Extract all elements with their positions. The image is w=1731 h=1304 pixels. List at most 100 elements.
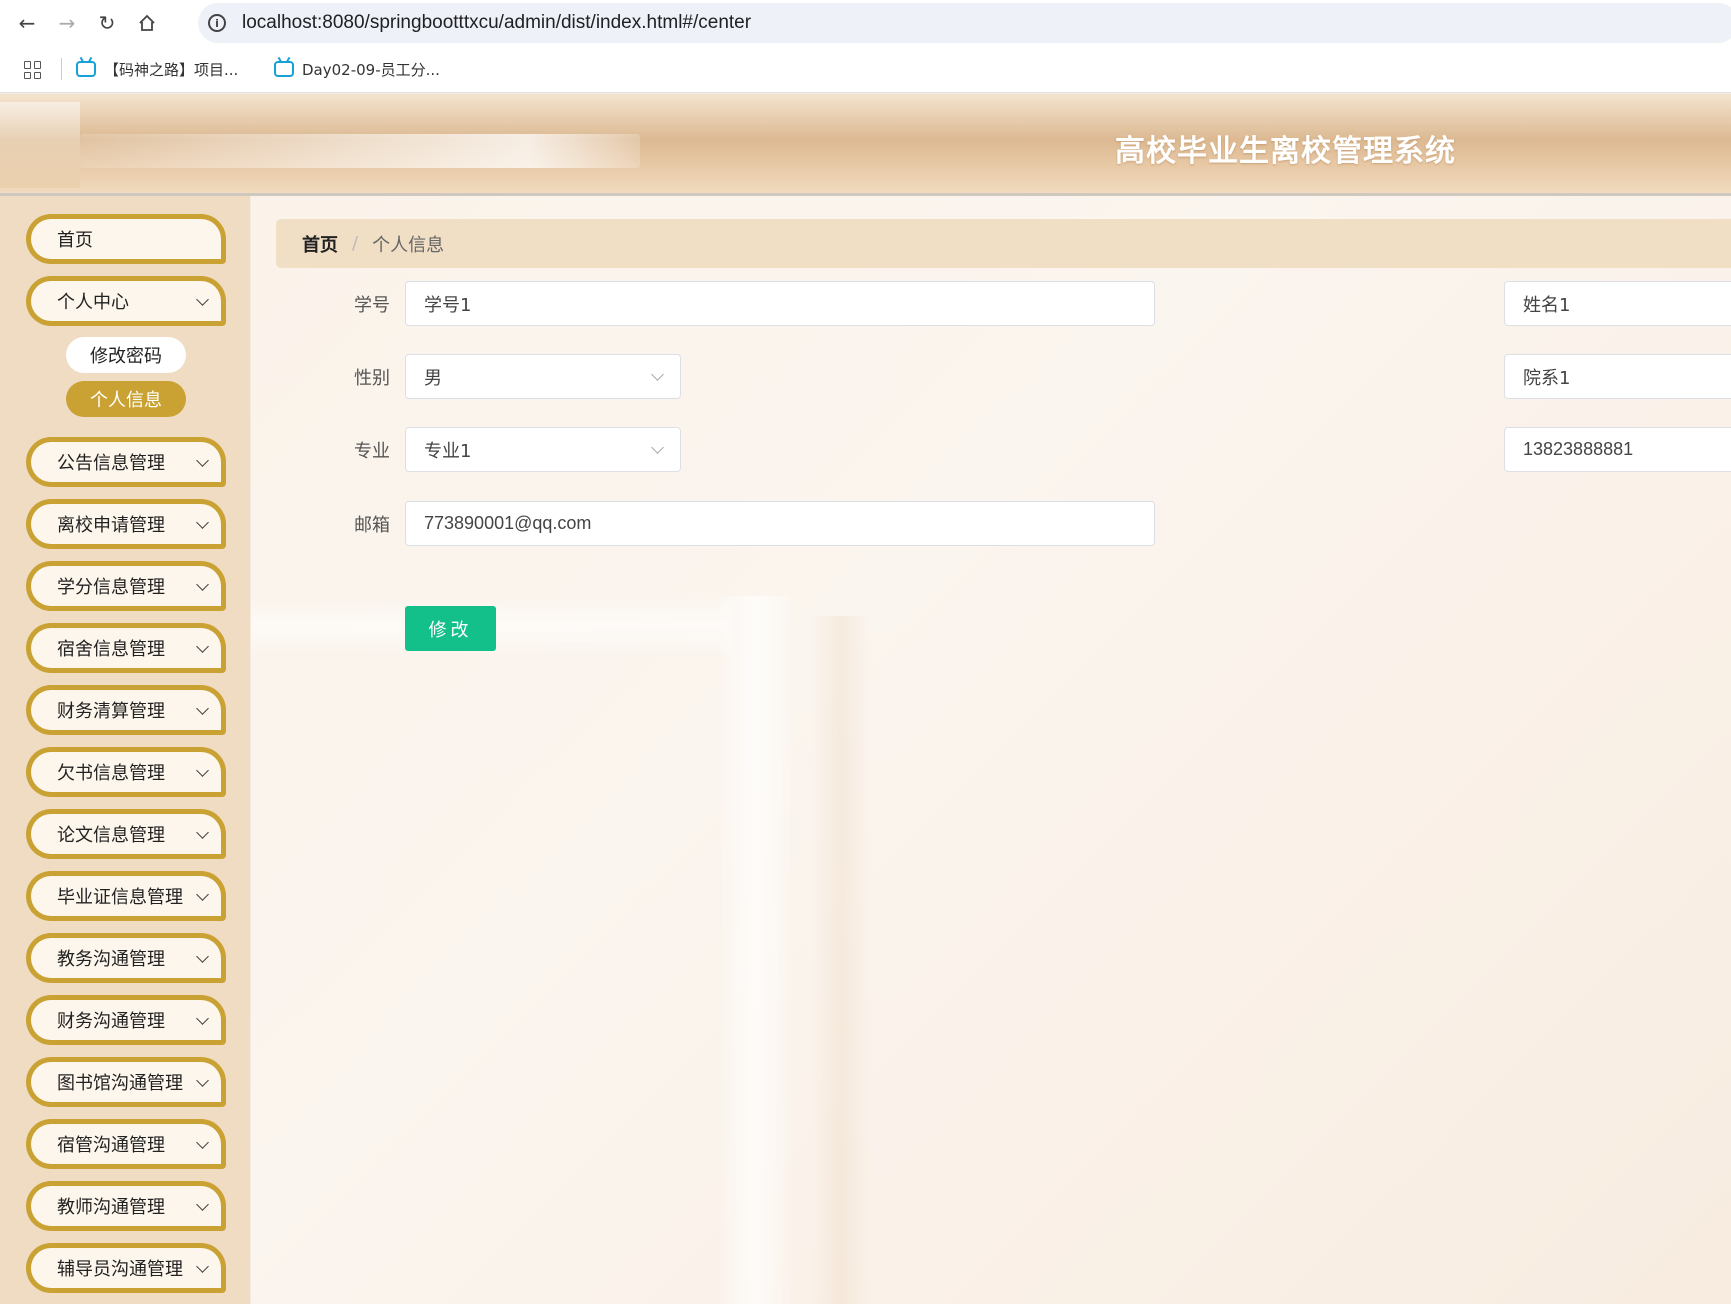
bilibili-icon [274,61,294,77]
main-content: 首页 / 个人信息 学号 学号1 姓名 姓名1 性别 男 院系 院系1 专业 专… [251,196,1731,1304]
sidebar-item-label: 论文信息管理 [57,825,165,846]
sidebar-item-label: 离校申请管理 [57,515,165,536]
chevron-down-icon [196,454,209,467]
home-icon[interactable] [132,8,162,38]
sidebar-item-label: 教务沟通管理 [57,949,165,970]
sidebar-item-label: 个人中心 [57,292,129,313]
sidebar-item-label: 毕业证信息管理 [57,887,183,908]
reload-icon[interactable]: ↻ [92,8,122,38]
chevron-down-icon [196,1136,209,1149]
bookmarks-divider [61,58,62,80]
sidebar-subitem-label: 修改密码 [90,346,162,367]
department-field[interactable]: 院系1 [1504,354,1731,399]
bookmark-1[interactable]: 【码神之路】项目... [76,57,238,81]
browser-toolbar: ← → ↻ i localhost:8080/springbootttxcu/a… [0,0,1731,45]
bookmark-1-label: 【码神之路】项目... [104,60,239,79]
chevron-down-icon [196,826,209,839]
background-decoration [811,616,871,1304]
name-field[interactable]: 姓名1 [1504,281,1731,326]
sidebar-item-dormitory[interactable]: 宿舍信息管理 [26,623,226,673]
bookmark-2[interactable]: Day02-09-员工分... [274,57,440,81]
header-decoration [0,102,80,188]
major-select[interactable]: 专业1 [405,427,681,472]
app-header: 高校毕业生离校管理系统 [0,94,1731,196]
sidebar-subitem-change-password[interactable]: 修改密码 [66,337,186,373]
sidebar-item-home[interactable]: 首页 [26,214,226,264]
sidebar-item-label: 宿舍信息管理 [57,639,165,660]
sidebar-item-finance-settlement[interactable]: 财务清算管理 [26,685,226,735]
sidebar-item-label: 首页 [57,230,93,251]
breadcrumb: 首页 / 个人信息 [276,219,1731,268]
sidebar-item-counselor-communication[interactable]: 辅导员沟通管理 [26,1243,226,1293]
gender-select[interactable]: 男 [405,354,681,399]
gender-value: 男 [424,367,442,389]
major-value: 专业1 [424,440,472,462]
name-value: 姓名1 [1523,294,1571,316]
sidebar-item-label: 宿管沟通管理 [57,1135,165,1156]
forward-icon[interactable]: → [52,8,82,38]
apps-grid-icon[interactable] [24,61,42,79]
sidebar-subitem-label: 个人信息 [90,390,162,411]
chevron-down-icon [196,578,209,591]
chevron-down-icon [651,368,664,381]
phone-value: 13823888881 [1523,439,1634,459]
chevron-down-icon [196,1074,209,1087]
sidebar-item-label: 图书馆沟通管理 [57,1073,183,1094]
sidebar-item-label: 财务清算管理 [57,701,165,722]
phone-field[interactable]: 13823888881 [1504,427,1731,472]
student-id-field[interactable]: 学号1 [405,281,1155,326]
sidebar-item-label: 学分信息管理 [57,577,165,598]
background-decoration [721,596,791,1304]
header-decoration-bar [80,134,640,168]
sidebar-item-finance-communication[interactable]: 财务沟通管理 [26,995,226,1045]
sidebar-item-library-communication[interactable]: 图书馆沟通管理 [26,1057,226,1107]
gender-label: 性别 [354,368,390,389]
back-icon[interactable]: ← [12,8,42,38]
chevron-down-icon [196,888,209,901]
sidebar-item-credits[interactable]: 学分信息管理 [26,561,226,611]
bilibili-icon [76,61,96,77]
bookmarks-bar: 【码神之路】项目... Day02-09-员工分... [0,45,1731,93]
breadcrumb-separator: / [352,233,359,254]
student-id-value: 学号1 [424,294,472,316]
chevron-down-icon [196,1198,209,1211]
major-label: 专业 [354,441,390,462]
sidebar-item-label: 欠书信息管理 [57,763,165,784]
site-info-icon[interactable]: i [208,14,226,32]
app-title: 高校毕业生离校管理系统 [1115,134,1456,169]
sidebar-item-leave-application[interactable]: 离校申请管理 [26,499,226,549]
sidebar-subitem-personal-info[interactable]: 个人信息 [66,381,186,417]
sidebar-item-diploma[interactable]: 毕业证信息管理 [26,871,226,921]
department-value: 院系1 [1523,367,1571,389]
sidebar-item-teacher-communication[interactable]: 教师沟通管理 [26,1181,226,1231]
student-id-label: 学号 [354,295,390,316]
bookmark-2-label: Day02-09-员工分... [302,60,440,79]
sidebar-item-owed-books[interactable]: 欠书信息管理 [26,747,226,797]
chevron-down-icon [196,640,209,653]
sidebar-item-label: 教师沟通管理 [57,1197,165,1218]
sidebar-item-label: 公告信息管理 [57,453,165,474]
sidebar-item-label: 辅导员沟通管理 [57,1259,183,1280]
sidebar-item-thesis[interactable]: 论文信息管理 [26,809,226,859]
submit-button[interactable]: 修改 [405,606,496,651]
chevron-down-icon [196,702,209,715]
breadcrumb-current: 个人信息 [372,234,445,256]
chevron-down-icon [196,950,209,963]
sidebar-item-personal-center[interactable]: 个人中心 [26,276,226,326]
email-field[interactable]: 773890001@qq.com [405,501,1155,546]
chevron-down-icon [196,764,209,777]
chevron-down-icon [651,441,664,454]
address-bar[interactable]: i localhost:8080/springbootttxcu/admin/d… [198,3,1731,43]
url-text: localhost:8080/springbootttxcu/admin/dis… [242,12,752,33]
sidebar-item-academic-affairs[interactable]: 教务沟通管理 [26,933,226,983]
sidebar-item-label: 财务沟通管理 [57,1011,165,1032]
breadcrumb-home[interactable]: 首页 [302,231,338,257]
chevron-down-icon [196,293,209,306]
chevron-down-icon [196,516,209,529]
sidebar-item-notice[interactable]: 公告信息管理 [26,437,226,487]
sidebar-item-dorm-manager-communication[interactable]: 宿管沟通管理 [26,1119,226,1169]
email-label: 邮箱 [354,515,390,536]
sidebar: 首页 个人中心 修改密码 个人信息 公告信息管理 离校申请管理 学分信息管理 宿… [0,196,250,1304]
chevron-down-icon [196,1260,209,1273]
email-value: 773890001@qq.com [424,513,592,533]
